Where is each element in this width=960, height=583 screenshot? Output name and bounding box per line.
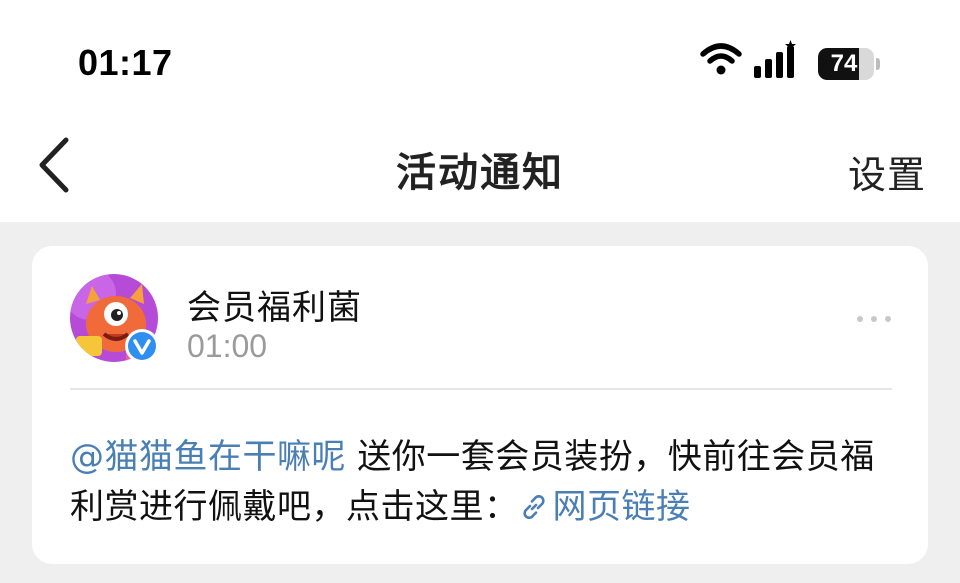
battery-indicator: 74 <box>818 48 880 80</box>
verified-badge-icon <box>125 329 159 363</box>
navigation-bar: 活动通知 设置 <box>0 110 960 222</box>
web-link-label: 网页链接 <box>552 487 691 527</box>
user-mention-link[interactable]: @猫猫鱼在干嘛呢 <box>70 437 346 477</box>
message-time: 01:00 <box>187 328 268 364</box>
notification-card[interactable]: 会员福利菌 01:00 @猫猫鱼在干嘛呢 送你一套会员装扮，快前往会员福利赏进行… <box>32 246 928 564</box>
settings-button[interactable]: 设置 <box>848 144 926 199</box>
status-time: 01:17 <box>78 42 173 83</box>
notification-list: 会员福利菌 01:00 @猫猫鱼在干嘛呢 送你一套会员装扮，快前往会员福利赏进行… <box>0 222 960 583</box>
battery-percent: 74 <box>830 50 858 77</box>
sender-name[interactable]: 会员福利菌 <box>187 280 362 329</box>
wifi-icon <box>700 43 742 75</box>
web-link[interactable]: 网页链接 <box>519 487 691 527</box>
message-body: @猫猫鱼在干嘛呢 送你一套会员装扮，快前往会员福利赏进行佩戴吧，点击这里： 网页链… <box>70 432 900 532</box>
status-bar: 01:17 74 <box>0 0 960 110</box>
link-icon <box>522 494 545 520</box>
more-options-icon[interactable] <box>854 312 894 326</box>
page-title: 活动通知 <box>396 150 564 196</box>
signal-icon <box>754 40 796 78</box>
divider <box>70 388 892 390</box>
